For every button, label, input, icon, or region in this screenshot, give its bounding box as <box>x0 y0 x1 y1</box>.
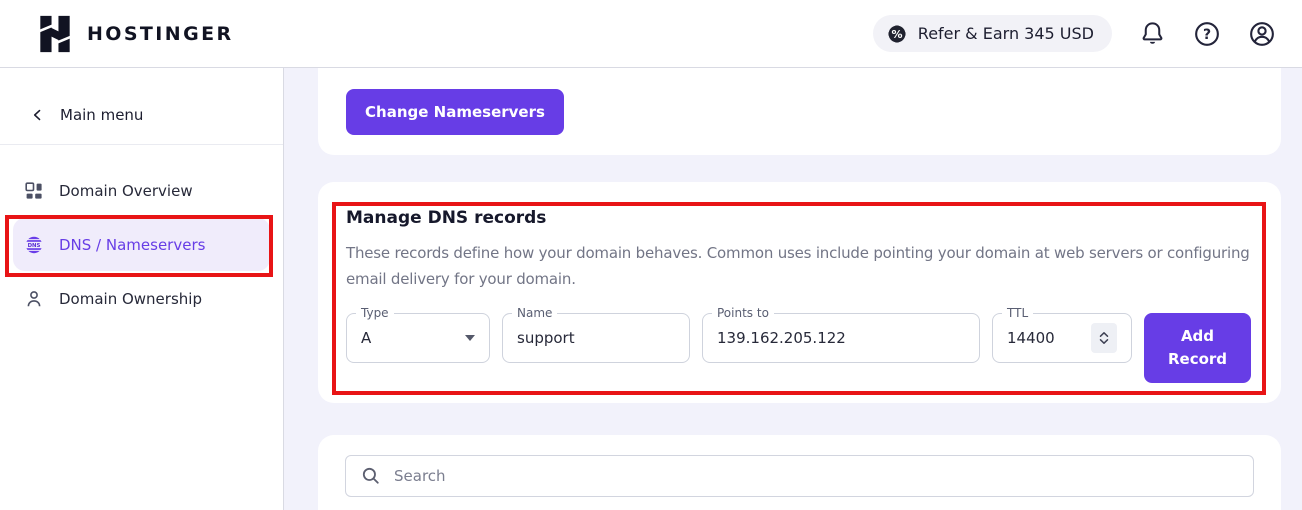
bell-icon <box>1139 20 1166 47</box>
record-ttl-field: TTL <box>992 313 1132 363</box>
header-actions: % Refer & Earn 345 USD ? <box>873 15 1276 52</box>
main-content: Change Nameservers Manage DNS records Th… <box>285 68 1302 510</box>
record-type-label: Type <box>356 306 394 320</box>
sidebar-item-dns-nameservers[interactable]: DNS DNS / Nameservers <box>13 218 270 271</box>
chevron-left-icon <box>31 108 44 122</box>
search-box <box>345 455 1254 497</box>
search-icon <box>361 466 381 486</box>
dns-card-title: Manage DNS records <box>346 208 1253 228</box>
person-icon <box>24 289 44 309</box>
percent-badge-icon: % <box>886 23 908 45</box>
grid-icon <box>24 181 44 201</box>
help-button[interactable]: ? <box>1193 20 1221 48</box>
back-label: Main menu <box>60 106 143 124</box>
brand-wordmark: HOSTINGER <box>87 23 233 45</box>
svg-text:DNS: DNS <box>28 243 41 249</box>
ttl-stepper[interactable] <box>1091 323 1117 353</box>
refer-earn-button[interactable]: % Refer & Earn 345 USD <box>873 15 1112 52</box>
profile-icon <box>1248 20 1276 48</box>
manage-dns-records-card: Manage DNS records These records define … <box>318 182 1281 403</box>
record-name-field: Name <box>502 313 690 363</box>
sidebar-item-domain-overview[interactable]: Domain Overview <box>13 169 270 213</box>
add-record-button[interactable]: Add Record <box>1144 313 1251 383</box>
sidebar: Main menu Domain Overview DNS <box>0 68 284 510</box>
record-points-to-field: Points to <box>702 313 980 363</box>
hostinger-logo[interactable]: HOSTINGER <box>36 13 233 55</box>
record-ttl-label: TTL <box>1002 306 1033 320</box>
dropdown-caret-icon <box>465 335 475 341</box>
refer-earn-label: Refer & Earn 345 USD <box>918 24 1094 43</box>
add-record-form: Type A Name Points to TTL <box>346 313 1253 383</box>
app-header: HOSTINGER % Refer & Earn 345 USD ? <box>0 0 1302 68</box>
notifications-button[interactable] <box>1139 20 1166 47</box>
sidebar-item-label: DNS / Nameservers <box>59 236 205 254</box>
record-name-input[interactable] <box>517 329 675 347</box>
change-nameservers-button[interactable]: Change Nameservers <box>346 89 564 135</box>
sidebar-item-label: Domain Ownership <box>59 290 202 308</box>
sidebar-nav: Domain Overview DNS DNS / Nameservers <box>0 145 283 321</box>
svg-text:%: % <box>891 28 902 41</box>
sidebar-item-label: Domain Overview <box>59 182 193 200</box>
record-ttl-input[interactable] <box>1007 329 1077 347</box>
sidebar-item-domain-ownership[interactable]: Domain Ownership <box>13 277 270 321</box>
record-type-select[interactable]: Type A <box>346 313 490 363</box>
svg-text:?: ? <box>1203 26 1211 42</box>
search-input[interactable] <box>394 467 1238 485</box>
record-type-value: A <box>361 329 371 347</box>
account-button[interactable] <box>1248 20 1276 48</box>
dns-card-description: These records define how your domain beh… <box>346 240 1258 292</box>
nameservers-card: Change Nameservers <box>318 68 1281 155</box>
dns-globe-icon: DNS <box>24 235 44 255</box>
dns-records-search-card <box>318 435 1281 510</box>
hostinger-h-icon <box>36 13 74 55</box>
record-name-label: Name <box>512 306 557 320</box>
back-to-main-menu[interactable]: Main menu <box>0 68 283 124</box>
help-icon: ? <box>1193 20 1221 48</box>
number-stepper-icon <box>1098 330 1110 346</box>
record-points-to-input[interactable] <box>717 329 965 347</box>
record-points-to-label: Points to <box>712 306 774 320</box>
